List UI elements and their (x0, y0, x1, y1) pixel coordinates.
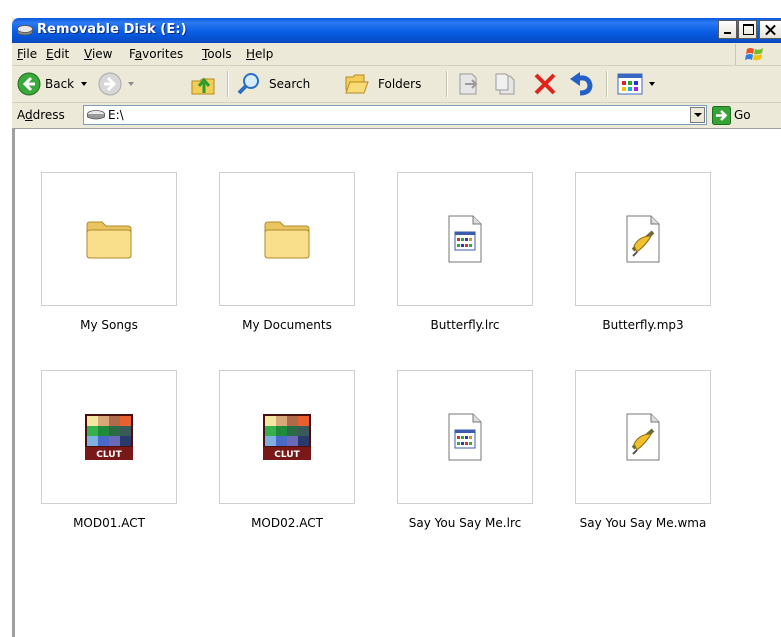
file-name: My Documents (242, 318, 332, 332)
thumbnail (219, 172, 355, 306)
undo-button[interactable] (566, 66, 600, 102)
title-bar[interactable]: Removable Disk (E:) (12, 18, 781, 43)
file-name: My Songs (80, 318, 138, 332)
forward-button[interactable] (98, 66, 136, 102)
file-name: Say You Say Me.wma (579, 516, 707, 530)
thumbnail (397, 172, 533, 306)
file-item-butterfly-lrc[interactable]: Butterfly.lrc (390, 172, 540, 352)
folder-icon (264, 221, 310, 259)
forward-arrow-icon (98, 72, 122, 96)
folders-button[interactable]: Folders (342, 66, 440, 102)
search-button[interactable]: Search (234, 66, 330, 102)
menu-favorites[interactable]: Favorites (129, 47, 183, 61)
thumbnail (397, 370, 533, 504)
removable-drive-icon (17, 23, 33, 37)
up-button[interactable] (190, 66, 220, 102)
file-item-butterfly-mp3[interactable]: Butterfly.mp3 (568, 172, 718, 352)
go-arrow-icon (712, 106, 731, 125)
menu-tools[interactable]: Tools (202, 47, 232, 61)
menu-view[interactable]: View (84, 47, 112, 61)
move-to-button[interactable] (454, 66, 484, 102)
file-name: Say You Say Me.lrc (408, 516, 522, 530)
forward-dropdown-icon[interactable] (128, 82, 134, 86)
file-view[interactable]: My Songs My Documents Butterfly.lrc Butt… (12, 129, 781, 637)
address-value: E:\ (108, 108, 124, 122)
address-label: Address (17, 108, 65, 122)
address-input[interactable]: E:\ (83, 105, 707, 125)
text-file-icon (448, 413, 482, 461)
folders-icon (345, 74, 369, 94)
text-file-icon (448, 215, 482, 263)
menu-help[interactable]: Help (246, 47, 273, 61)
media-file-icon (626, 215, 660, 263)
delete-button[interactable] (530, 66, 560, 102)
back-arrow-icon (17, 72, 41, 96)
back-dropdown-icon[interactable] (81, 82, 87, 86)
folder-icon (86, 221, 132, 259)
file-item-say-you-say-me-wma[interactable]: Say You Say Me.wma (568, 370, 718, 550)
thumbnail (575, 172, 711, 306)
removable-drive-icon (87, 110, 105, 124)
views-button[interactable] (614, 66, 664, 102)
views-dropdown-icon[interactable] (649, 82, 655, 86)
go-button[interactable]: Go (712, 105, 772, 126)
clut-file-icon: CLUT (85, 414, 133, 460)
media-file-icon (626, 413, 660, 461)
file-name: MOD01.ACT (73, 516, 145, 530)
file-item-mod02-act[interactable]: CLUT MOD02.ACT (212, 370, 362, 550)
address-bar: Address E:\ Go (12, 103, 781, 129)
toolbar-separator (227, 71, 229, 97)
thumbnail (41, 172, 177, 306)
clut-file-icon: CLUT (263, 414, 311, 460)
views-icon (617, 73, 643, 95)
menu-bar: File Edit View Favorites Tools Help (12, 43, 781, 66)
copy-to-button[interactable] (492, 66, 522, 102)
thumbnail: CLUT (41, 370, 177, 504)
file-name: Butterfly.mp3 (602, 318, 684, 332)
thumbnail: CLUT (219, 370, 355, 504)
delete-icon (534, 73, 556, 95)
move-to-icon (459, 73, 478, 95)
file-item-say-you-say-me-lrc[interactable]: Say You Say Me.lrc (390, 370, 540, 550)
undo-icon (570, 72, 593, 96)
file-item-mod01-act[interactable]: CLUT MOD01.ACT (34, 370, 184, 550)
address-dropdown-button[interactable] (690, 107, 705, 123)
menu-file[interactable]: File (17, 47, 37, 61)
svg-text:CLUT: CLUT (96, 450, 122, 460)
toolbar-separator (446, 71, 448, 97)
file-item-my-documents[interactable]: My Documents (212, 172, 362, 352)
explorer-window: Removable Disk (E:) File Edit View Favor… (12, 18, 781, 637)
minimize-button[interactable] (718, 20, 737, 39)
back-button[interactable]: Back (14, 66, 96, 102)
toolbar-separator (606, 71, 608, 97)
svg-text:CLUT: CLUT (274, 450, 300, 460)
close-button[interactable] (759, 20, 781, 39)
thumbnail (575, 370, 711, 504)
toolbar: Back Search Folders (12, 66, 781, 103)
file-name: Butterfly.lrc (430, 318, 500, 332)
folder-up-icon (191, 77, 215, 95)
copy-to-icon (495, 73, 515, 95)
file-name: MOD02.ACT (251, 516, 323, 530)
window-title: Removable Disk (E:) (37, 22, 187, 37)
menu-edit[interactable]: Edit (46, 47, 69, 61)
windows-logo-icon (735, 44, 774, 65)
file-item-my-songs[interactable]: My Songs (34, 172, 184, 352)
search-icon (237, 73, 259, 95)
maximize-button[interactable] (738, 20, 757, 39)
